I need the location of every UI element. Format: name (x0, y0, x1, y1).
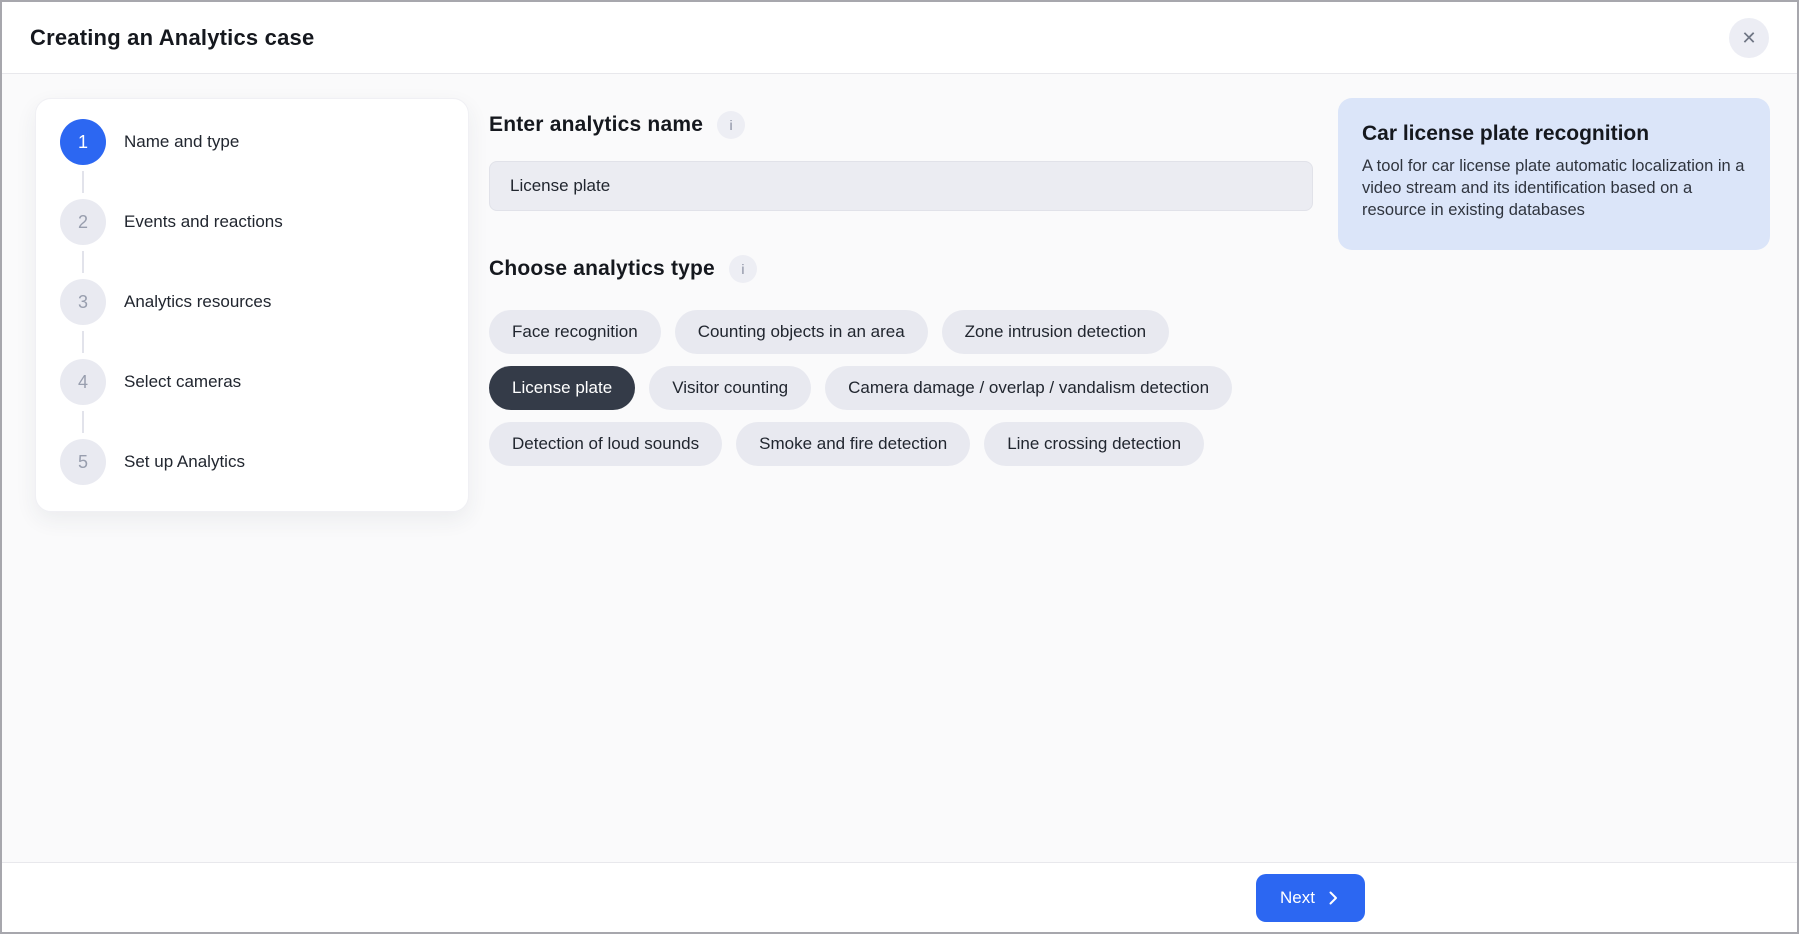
chip-license-plate[interactable]: License plate (489, 366, 635, 410)
chip-camera-damage-overlap-vandalism-detection[interactable]: Camera damage / overlap / vandalism dete… (825, 366, 1232, 410)
step-number-badge: 5 (60, 439, 106, 485)
chip-detection-of-loud-sounds[interactable]: Detection of loud sounds (489, 422, 722, 466)
step-connector (82, 411, 84, 433)
step-set-up-analytics[interactable]: 5 Set up Analytics (60, 439, 444, 485)
step-label: Analytics resources (124, 292, 271, 312)
step-label: Set up Analytics (124, 452, 245, 472)
modal-header: Creating an Analytics case ✕ (2, 2, 1797, 74)
info-icon[interactable]: i (717, 111, 745, 139)
name-section-heading-row: Enter analytics name i (489, 111, 1313, 139)
chips-row: Detection of loud sounds Smoke and fire … (489, 422, 1313, 466)
step-number-badge: 2 (60, 199, 106, 245)
step-label: Events and reactions (124, 212, 283, 232)
analytics-case-modal: Creating an Analytics case ✕ 1 Name and … (0, 0, 1799, 934)
close-icon: ✕ (1741, 29, 1756, 47)
next-button[interactable]: Next (1256, 874, 1365, 922)
analytics-name-input[interactable] (489, 161, 1313, 211)
main-column: Enter analytics name i Choose analytics … (489, 98, 1313, 466)
chevron-right-icon (1325, 890, 1341, 906)
chip-zone-intrusion-detection[interactable]: Zone intrusion detection (942, 310, 1169, 354)
step-connector (82, 171, 84, 193)
step-connector (82, 251, 84, 273)
analytics-description-title: Car license plate recognition (1362, 122, 1746, 146)
step-events-and-reactions[interactable]: 2 Events and reactions (60, 199, 444, 245)
step-connector (82, 331, 84, 353)
step-number-badge: 3 (60, 279, 106, 325)
chip-visitor-counting[interactable]: Visitor counting (649, 366, 811, 410)
page-title: Creating an Analytics case (30, 25, 314, 51)
enter-analytics-name-heading: Enter analytics name (489, 113, 703, 137)
chip-smoke-and-fire-detection[interactable]: Smoke and fire detection (736, 422, 970, 466)
stepper-card: 1 Name and type 2 Events and reactions 3… (35, 98, 469, 512)
step-select-cameras[interactable]: 4 Select cameras (60, 359, 444, 405)
step-name-and-type[interactable]: 1 Name and type (60, 119, 444, 165)
next-button-label: Next (1280, 888, 1315, 908)
chip-face-recognition[interactable]: Face recognition (489, 310, 661, 354)
choose-analytics-type-heading: Choose analytics type (489, 257, 715, 281)
step-label: Select cameras (124, 372, 241, 392)
step-number-badge: 1 (60, 119, 106, 165)
analytics-description-panel: Car license plate recognition A tool for… (1338, 98, 1770, 250)
type-section-heading-row: Choose analytics type i (489, 255, 1313, 283)
modal-body: 1 Name and type 2 Events and reactions 3… (2, 74, 1797, 862)
chips-row: Face recognition Counting objects in an … (489, 310, 1313, 354)
analytics-type-chips: Face recognition Counting objects in an … (489, 310, 1313, 466)
chip-line-crossing-detection[interactable]: Line crossing detection (984, 422, 1204, 466)
chip-counting-objects-in-an-area[interactable]: Counting objects in an area (675, 310, 928, 354)
step-number-badge: 4 (60, 359, 106, 405)
chips-row: License plate Visitor counting Camera da… (489, 366, 1313, 410)
modal-footer: Next (2, 862, 1797, 932)
analytics-description-text: A tool for car license plate automatic l… (1362, 156, 1746, 222)
info-icon[interactable]: i (729, 255, 757, 283)
step-analytics-resources[interactable]: 3 Analytics resources (60, 279, 444, 325)
close-button[interactable]: ✕ (1729, 18, 1769, 58)
step-label: Name and type (124, 132, 239, 152)
